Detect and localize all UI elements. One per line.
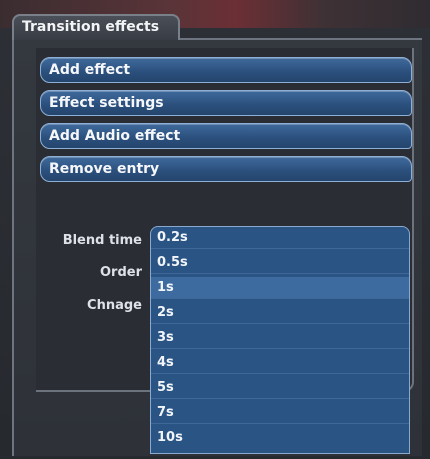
tab-transition-effects[interactable]: Transition effects (12, 14, 180, 40)
blend-time-option[interactable]: 7s (151, 402, 409, 424)
blend-time-label: Blend time (62, 233, 142, 248)
add-audio-effect-button[interactable]: Add Audio effect (40, 123, 412, 149)
blend-time-option[interactable]: 5s (151, 377, 409, 399)
blend-time-dropdown-list[interactable]: 0.2s 0.5s 1s 2s 3s 4s 5s 7s 10s (150, 226, 410, 454)
blend-time-option[interactable]: 10s (151, 427, 409, 449)
blend-time-option[interactable]: 0.5s (151, 252, 409, 274)
transition-effects-window: Transition effects Add effect Effect set… (0, 0, 430, 459)
add-effect-button[interactable]: Add effect (40, 57, 412, 83)
blend-time-option[interactable]: 4s (151, 352, 409, 374)
order-label: Order (100, 265, 142, 280)
change-label: Chnage (87, 298, 142, 313)
remove-entry-button[interactable]: Remove entry (40, 156, 412, 182)
effect-settings-button[interactable]: Effect settings (40, 90, 412, 116)
blend-time-option[interactable]: 2s (151, 302, 409, 324)
blend-time-option-selected[interactable]: 1s (151, 277, 409, 299)
blend-time-option[interactable]: 0.2s (151, 227, 409, 249)
blend-time-option[interactable]: 3s (151, 327, 409, 349)
